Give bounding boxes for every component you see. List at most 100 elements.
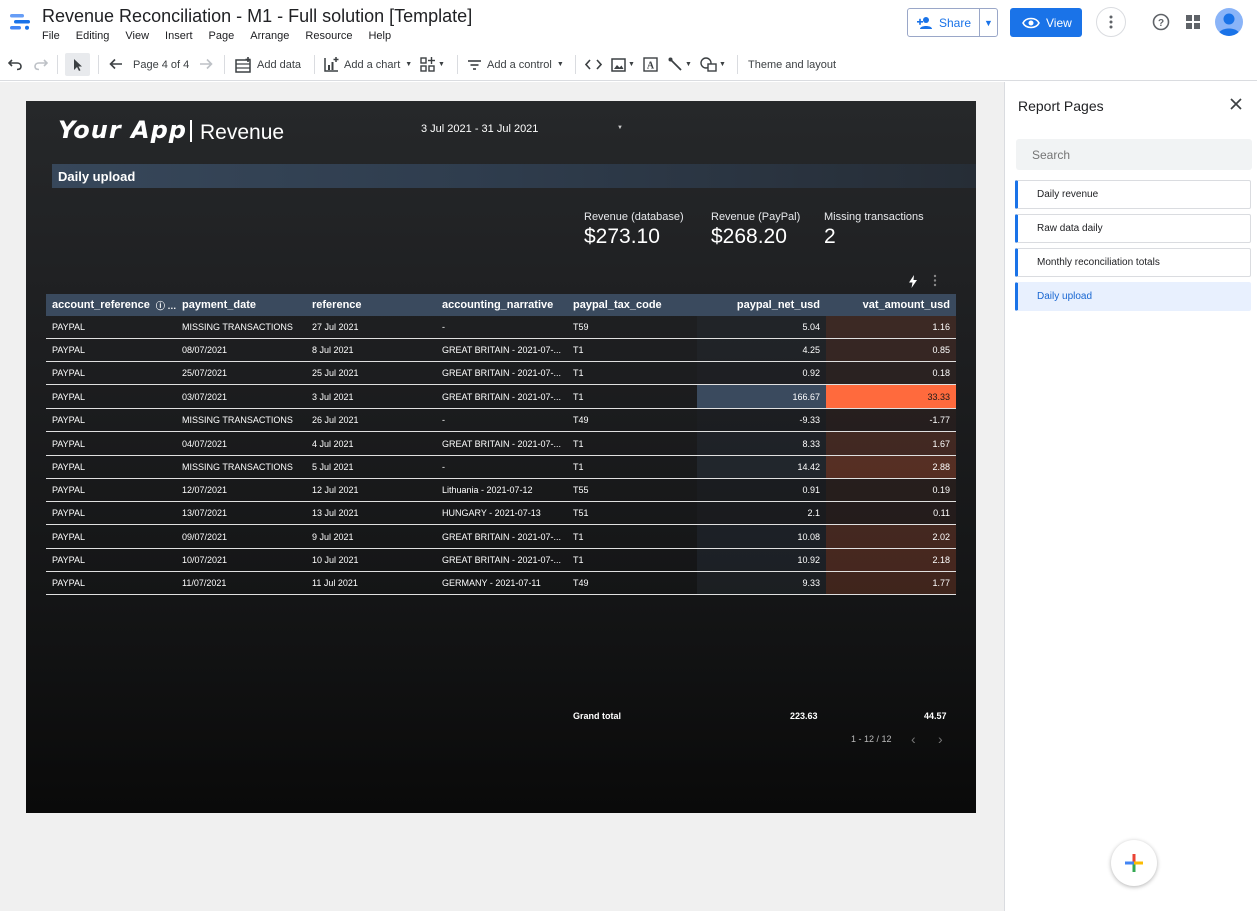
dropdown-caret-icon: ▼ <box>628 61 635 68</box>
column-header[interactable]: accounting_narrative <box>442 294 564 316</box>
brand-divider <box>190 120 192 142</box>
table-cell: 2.88 <box>826 456 956 478</box>
table-cell: 13/07/2021 <box>182 508 228 518</box>
table-row[interactable]: PAYPAL MISSING TRANSACTIONS 5 Jul 2021 - T1 1… <box>46 456 956 479</box>
apps-grid-icon[interactable] <box>1185 14 1201 30</box>
menu-arrange[interactable]: Arrange <box>250 30 289 42</box>
column-header[interactable]: paypal_net_usd <box>697 294 826 316</box>
menu-resource[interactable]: Resource <box>305 30 352 42</box>
column-header[interactable]: account_reference ⓘ … <box>52 294 176 316</box>
table-cell: 3 Jul 2021 <box>312 391 354 402</box>
section-title: Daily upload <box>58 169 136 184</box>
theme-layout-button[interactable]: Theme and layout <box>748 48 836 81</box>
column-header[interactable]: payment_date <box>182 294 306 316</box>
chart-menu-kebab-icon[interactable] <box>933 274 937 287</box>
table-row[interactable]: PAYPAL MISSING TRANSACTIONS 26 Jul 2021 - T4… <box>46 409 956 432</box>
table-cell: 0.92 <box>697 362 826 384</box>
table-row[interactable]: PAYPAL 25/07/2021 25 Jul 2021 GREAT BRITAIN… <box>46 362 956 385</box>
page-item-daily-revenue[interactable]: Daily revenue <box>1015 180 1251 209</box>
page-item-monthly-reconciliation[interactable]: Monthly reconciliation totals <box>1015 248 1251 277</box>
table-cell: -9.33 <box>697 409 826 431</box>
help-icon[interactable]: ? <box>1152 13 1170 31</box>
user-avatar[interactable] <box>1215 8 1243 36</box>
table-cell: 1.67 <box>826 432 956 455</box>
date-range-control[interactable]: 3 Jul 2021 - 31 Jul 2021 <box>421 123 538 135</box>
table-cell: GREAT BRITAIN - 2021-07-... <box>442 555 562 565</box>
table-cell: PAYPAL <box>52 508 86 518</box>
add-data-button[interactable]: Add data <box>235 48 301 81</box>
page-item-raw-data-daily[interactable]: Raw data daily <box>1015 214 1251 243</box>
kpi-revenue-database[interactable]: Revenue (database) $273.10 <box>584 211 684 249</box>
insert-line-button[interactable]: ▼ <box>668 48 692 81</box>
table-cell: T1 <box>573 345 584 355</box>
table-cell: -1.77 <box>826 409 956 431</box>
share-dropdown-caret-icon[interactable]: ▼ <box>980 18 997 28</box>
looker-studio-logo-icon[interactable] <box>8 10 32 34</box>
column-header[interactable]: reference <box>312 294 436 316</box>
menu-file[interactable]: File <box>42 30 60 42</box>
table-row[interactable]: PAYPAL MISSING TRANSACTIONS 27 Jul 2021 - T5… <box>46 316 956 339</box>
kpi-label: Revenue (PayPal) <box>711 211 801 223</box>
kpi-revenue-paypal[interactable]: Revenue (PayPal) $268.20 <box>711 211 800 249</box>
add-control-label: Add a control <box>487 58 552 71</box>
community-visualizations-button[interactable]: ▼ <box>420 48 445 81</box>
next-page-arrow-icon[interactable] <box>199 58 213 70</box>
eye-icon <box>1022 17 1040 28</box>
menu-page[interactable]: Page <box>209 30 235 42</box>
date-range-caret-icon[interactable]: ▼ <box>617 125 623 131</box>
table-row[interactable]: PAYPAL 04/07/2021 4 Jul 2021 GREAT BRITAIN … <box>46 432 956 456</box>
table-cell: 03/07/2021 <box>182 391 228 402</box>
table-cell: 10.92 <box>697 549 826 571</box>
text-box-icon[interactable]: A <box>643 57 658 72</box>
previous-page-arrow-icon[interactable] <box>109 58 123 70</box>
table-row[interactable]: PAYPAL 08/07/2021 8 Jul 2021 GREAT BRITAIN … <box>46 339 956 362</box>
menu-insert[interactable]: Insert <box>165 30 193 42</box>
table-row[interactable]: PAYPAL 09/07/2021 9 Jul 2021 GREAT BRITAIN … <box>46 525 956 549</box>
more-options-button[interactable] <box>1096 7 1126 37</box>
page-item-daily-upload[interactable]: Daily upload <box>1015 282 1251 311</box>
document-title[interactable]: Revenue Reconciliation - M1 - Full solut… <box>42 6 472 27</box>
kpi-missing-transactions[interactable]: Missing transactions 2 <box>824 211 924 249</box>
pagination-next-icon[interactable]: › <box>938 731 943 747</box>
insert-shape-button[interactable]: ▼ <box>700 48 726 81</box>
table-row[interactable]: PAYPAL 13/07/2021 13 Jul 2021 HUNGARY - 202… <box>46 502 956 525</box>
toolbar-divider <box>575 55 576 74</box>
add-chart-label: Add a chart <box>344 58 401 71</box>
toolbar-divider <box>98 55 99 74</box>
table-cell: T1 <box>573 368 584 378</box>
table-row[interactable]: PAYPAL 03/07/2021 3 Jul 2021 GREAT BRITAIN … <box>46 385 956 409</box>
user-silhouette-icon <box>1218 13 1240 36</box>
share-label: Share <box>939 15 972 30</box>
add-page-button[interactable] <box>1111 840 1157 886</box>
toolbar-divider <box>457 55 458 74</box>
code-embed-icon[interactable] <box>585 59 602 70</box>
menu-view[interactable]: View <box>125 30 149 42</box>
column-header[interactable]: vat_amount_usd <box>826 294 956 316</box>
page-search-input[interactable] <box>1016 139 1252 170</box>
kpi-label: Revenue (database) <box>584 211 684 223</box>
redo-icon[interactable] <box>33 57 48 71</box>
select-tool-button[interactable] <box>65 53 90 76</box>
pagination-prev-icon[interactable]: ‹ <box>911 731 916 747</box>
table-cell: PAYPAL <box>52 368 86 378</box>
kpi-value: 2 <box>824 225 836 248</box>
add-control-button[interactable]: Add a control ▼ <box>467 48 564 81</box>
table-cell: 11 Jul 2021 <box>312 578 358 588</box>
column-header[interactable]: paypal_tax_code <box>573 294 693 316</box>
insert-image-button[interactable]: ▼ <box>611 48 635 81</box>
add-data-icon <box>235 56 251 73</box>
close-icon[interactable] <box>1229 97 1243 111</box>
table-row[interactable]: PAYPAL 10/07/2021 10 Jul 2021 GREAT BRITAIN… <box>46 549 956 572</box>
undo-icon[interactable] <box>8 57 23 71</box>
table-cell: 10 Jul 2021 <box>312 555 359 565</box>
table-row[interactable]: PAYPAL 11/07/2021 11 Jul 2021 GERMANY - 202… <box>46 572 956 595</box>
view-button[interactable]: View <box>1010 8 1082 37</box>
table-row[interactable]: PAYPAL 12/07/2021 12 Jul 2021 Lithuania - 2… <box>46 479 956 502</box>
add-chart-button[interactable]: Add a chart ▼ <box>324 48 412 81</box>
lightning-bolt-icon[interactable] <box>908 275 918 288</box>
menu-editing[interactable]: Editing <box>76 30 110 42</box>
table-cell: - <box>442 415 445 425</box>
menu-help[interactable]: Help <box>368 30 391 42</box>
share-button[interactable]: Share <box>908 9 980 36</box>
table-cell: T55 <box>573 485 589 495</box>
